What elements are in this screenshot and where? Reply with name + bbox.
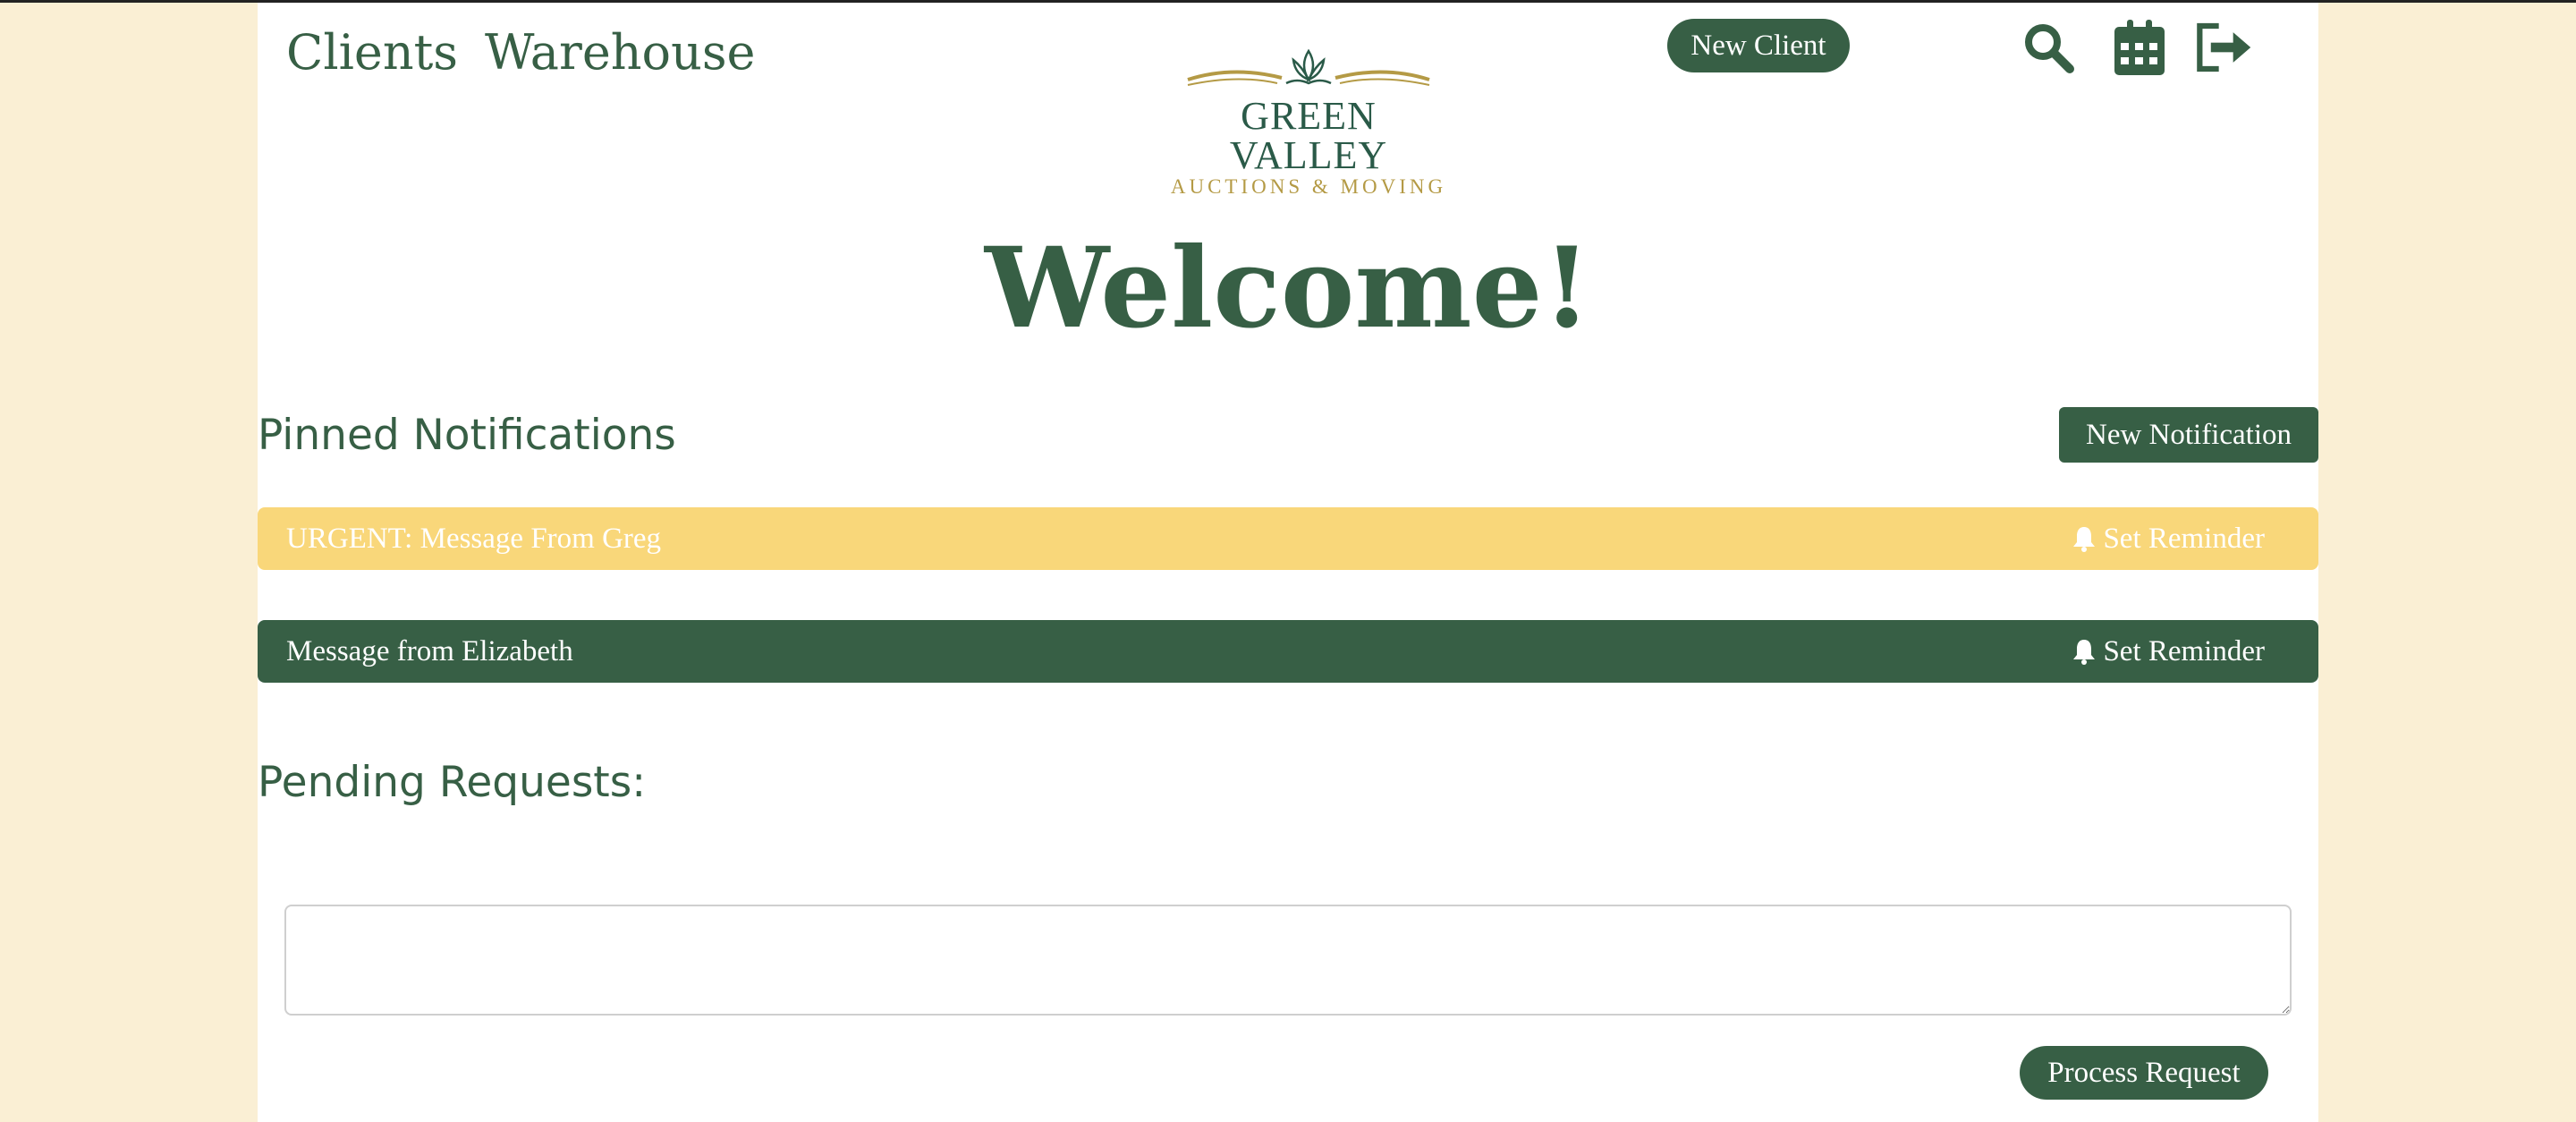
main-page: Clients Warehouse New Client GREEN VALLE… xyxy=(258,3,2318,1122)
pinned-notifications-title: Pinned Notifications xyxy=(258,411,676,460)
logo-title: GREEN VALLEY xyxy=(1229,94,1388,177)
new-client-button[interactable]: New Client xyxy=(1667,19,1850,72)
welcome-heading: Welcome! xyxy=(985,224,1591,353)
pending-requests-title: Pending Requests: xyxy=(258,758,647,807)
set-reminder-button[interactable]: Set Reminder xyxy=(2072,635,2265,668)
request-input[interactable] xyxy=(284,905,2292,1016)
notification-text: Message from Elizabeth xyxy=(286,634,573,667)
notification-item[interactable]: Message from Elizabeth Set Reminder xyxy=(258,620,2318,683)
logout-icon[interactable] xyxy=(2195,19,2252,76)
bell-icon xyxy=(2073,640,2096,665)
notification-item-urgent[interactable]: URGENT: Message From Greg Set Reminder xyxy=(258,507,2318,570)
logo-subtitle: AUCTIONS & MOVING xyxy=(1170,175,1447,198)
bell-icon xyxy=(2073,527,2096,552)
notification-text: URGENT: Message From Greg xyxy=(286,522,662,555)
search-icon[interactable] xyxy=(2020,19,2077,76)
set-reminder-label: Set Reminder xyxy=(2103,522,2265,555)
calendar-icon[interactable] xyxy=(2111,19,2168,76)
set-reminder-button[interactable]: Set Reminder xyxy=(2072,523,2265,556)
company-logo[interactable]: GREEN VALLEY AUCTIONS & MOVING xyxy=(1161,47,1456,198)
nav-link-clients[interactable]: Clients xyxy=(286,24,458,81)
nav-link-warehouse[interactable]: Warehouse xyxy=(485,24,756,81)
new-notification-button[interactable]: New Notification xyxy=(2059,407,2318,463)
logo-flower-icon xyxy=(1187,48,1430,86)
process-request-button[interactable]: Process Request xyxy=(2020,1046,2268,1100)
set-reminder-label: Set Reminder xyxy=(2103,634,2265,667)
